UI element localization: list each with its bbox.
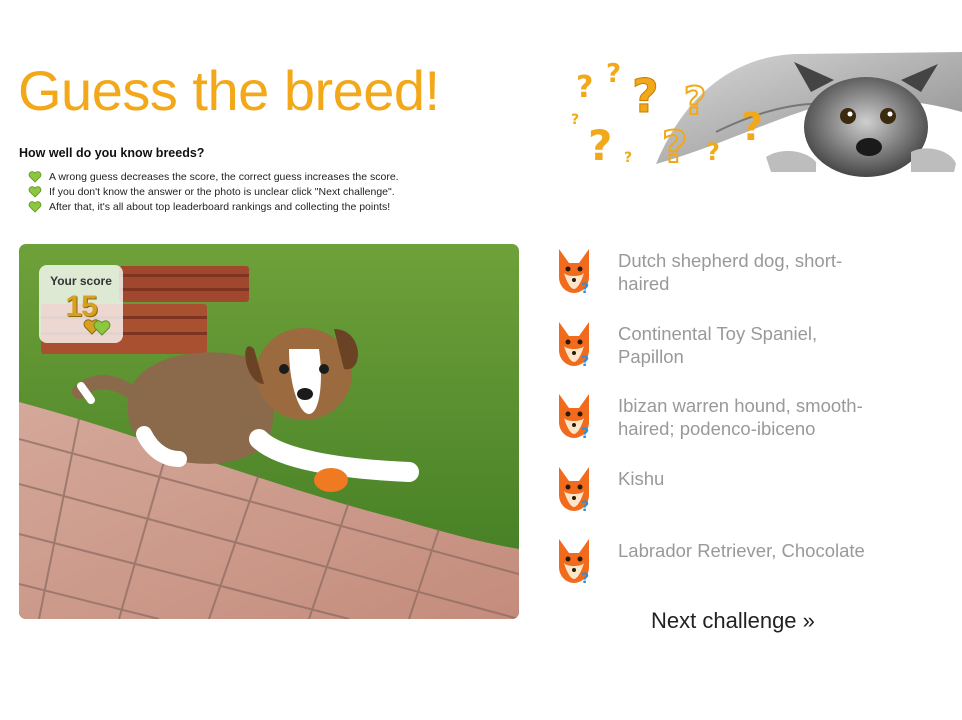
svg-text:?: ?: [576, 70, 593, 105]
page-title: Guess the breed!: [18, 59, 440, 122]
svg-text:?: ?: [632, 69, 659, 123]
fox-question-icon: ?: [559, 394, 589, 440]
svg-text:?: ?: [706, 138, 720, 166]
rule-text: If you don't know the answer or the phot…: [49, 185, 395, 198]
answer-label: Continental Toy Spaniel, Papillon: [618, 323, 818, 367]
answer-option[interactable]: ? Continental Toy Spaniel, Papillon: [555, 318, 915, 378]
green-heart-icon: [28, 170, 42, 183]
answer-option[interactable]: ? Labrador Retriever, Chocolate: [555, 535, 915, 595]
svg-text:?: ?: [581, 499, 589, 513]
svg-text:?: ?: [588, 121, 612, 170]
fox-question-icon: ?: [559, 249, 589, 295]
answer-label: Ibizan warren hound, smooth-haired; pode…: [618, 395, 863, 439]
svg-text:?: ?: [581, 354, 589, 368]
answer-option[interactable]: ? Dutch shepherd dog, short-haired: [555, 245, 915, 305]
rule-item: A wrong guess decreases the score, the c…: [28, 169, 399, 184]
green-heart-icon: [28, 200, 42, 213]
fox-question-icon: ?: [559, 539, 589, 585]
page-subtitle: How well do you know breeds?: [19, 146, 205, 160]
answer-label: Dutch shepherd dog, short-haired: [618, 250, 843, 294]
banner-dog-illustration: ? ? ? ? ? ? ? ? ? ?: [571, 52, 962, 177]
fox-question-icon: ?: [559, 322, 589, 368]
rule-item: If you don't know the answer or the phot…: [28, 184, 399, 199]
hearts-icon: [83, 319, 111, 336]
rule-item: After that, it's all about top leaderboa…: [28, 199, 399, 214]
svg-text:?: ?: [741, 105, 763, 149]
svg-text:?: ?: [581, 571, 589, 585]
svg-text:?: ?: [581, 426, 589, 440]
svg-text:?: ?: [606, 59, 621, 89]
score-label: Your score: [50, 274, 112, 288]
svg-text:?: ?: [571, 112, 579, 128]
svg-text:?: ?: [581, 281, 589, 295]
rules-list: A wrong guess decreases the score, the c…: [28, 169, 399, 214]
svg-text:?: ?: [624, 150, 632, 166]
answer-option[interactable]: ? Kishu: [555, 463, 915, 523]
answer-label: Labrador Retriever, Chocolate: [618, 540, 865, 561]
answer-label: Kishu: [618, 468, 665, 489]
svg-text:?: ?: [662, 122, 688, 173]
green-heart-icon: [28, 185, 42, 198]
fox-question-icon: ?: [559, 467, 589, 513]
rule-text: After that, it's all about top leaderboa…: [49, 200, 391, 213]
rule-text: A wrong guess decreases the score, the c…: [49, 170, 399, 183]
answer-option[interactable]: ? Ibizan warren hound, smooth-haired; po…: [555, 390, 915, 450]
score-panel: Your score 15: [39, 265, 123, 343]
svg-text:?: ?: [684, 79, 706, 123]
next-challenge-link[interactable]: Next challenge »: [651, 608, 815, 634]
